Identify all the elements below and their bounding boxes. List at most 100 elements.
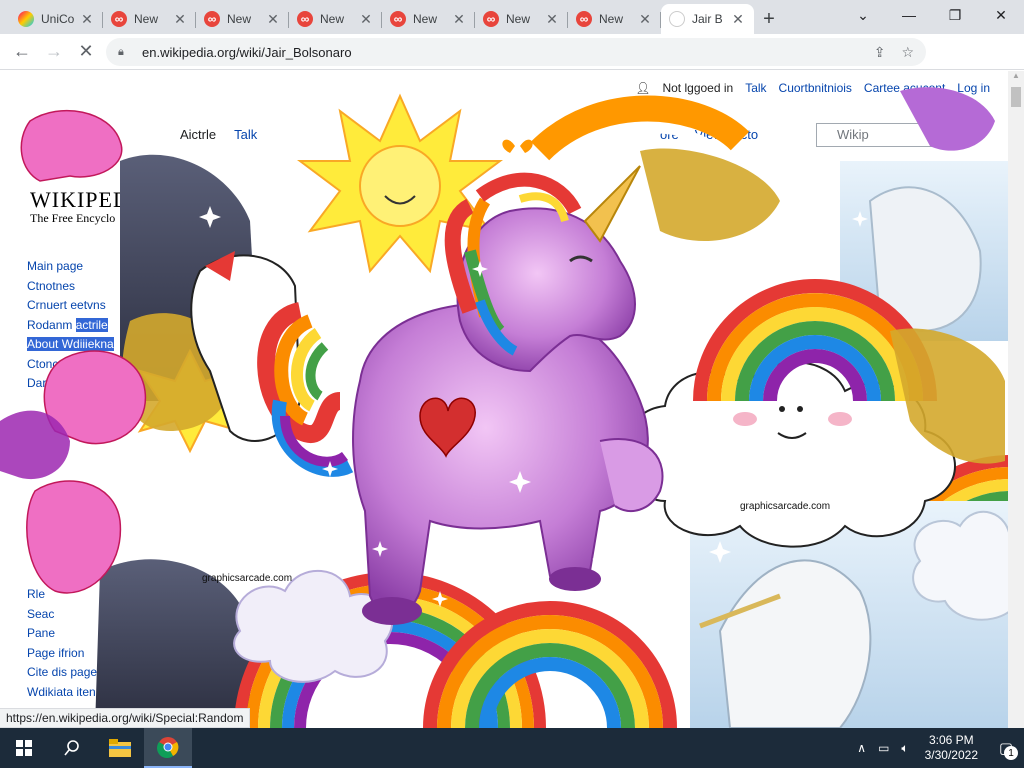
- search-icon[interactable]: [48, 728, 96, 768]
- infinity-favicon-icon: [576, 11, 592, 27]
- sidebar-nav-link[interactable]: About Wdiiiekna: [27, 335, 114, 355]
- sidebar-tool-link[interactable]: Page ifrion: [27, 644, 97, 664]
- storm-unicorn-left-top: [120, 154, 260, 401]
- windows-taskbar: ∧ ▭ 🔈︎ 3:06 PM 3/30/2022 ▢1: [0, 728, 1024, 768]
- sidebar-link-selection: actrile: [75, 317, 108, 332]
- browser-tab[interactable]: New ✕: [103, 4, 196, 34]
- network-icon[interactable]: ▭: [872, 741, 895, 755]
- sidebar-nav-link[interactable]: Ctnotnes: [27, 277, 114, 297]
- share-icon[interactable]: ⇪: [874, 44, 886, 61]
- restore-icon[interactable]: ❐: [932, 0, 978, 30]
- scroll-up-icon[interactable]: ▲: [1008, 71, 1024, 85]
- close-tab-icon[interactable]: ✕: [265, 11, 281, 28]
- sidebar-link-label: Crnuert eetvns: [27, 298, 106, 312]
- browser-tab[interactable]: Jair B ✕: [661, 4, 754, 34]
- close-tab-icon[interactable]: ✕: [79, 11, 95, 28]
- browser-toolbar: ← → ✕ 🔒︎ en.wikipedia.org/wiki/Jair_Bols…: [0, 34, 1024, 95]
- sidebar-nav-link[interactable]: Rodanm actrile: [27, 316, 114, 336]
- url-text: en.wikipedia.org/wiki/Jair_Bolsonaro: [142, 44, 352, 60]
- status-link-preview: https://en.wikipedia.org/wiki/Special:Ra…: [0, 708, 251, 728]
- tab-title: New: [227, 12, 252, 26]
- infinity-favicon-icon: [390, 11, 406, 27]
- sidebar-nav-link[interactable]: Ctoncat us: [27, 355, 114, 375]
- user-icon: 👤︎: [635, 81, 651, 95]
- close-window-icon[interactable]: ✕: [978, 0, 1024, 30]
- cloud-center-right: [628, 361, 956, 548]
- browser-tab[interactable]: UniCo ✕: [10, 4, 103, 34]
- tab-more[interactable]: ore: [660, 127, 679, 142]
- windows-start-icon[interactable]: [0, 728, 48, 768]
- tab-talk[interactable]: Talk: [230, 119, 261, 151]
- tab-title: New: [413, 12, 438, 26]
- wikipedia-personal-tools: 👤︎ Not lggoed in Talk Cuortbnitniois Cartee…: [635, 81, 990, 95]
- chrome-taskbar-icon[interactable]: [144, 728, 192, 768]
- infinity-favicon-icon: [111, 11, 127, 27]
- browser-tab[interactable]: New ✕: [289, 4, 382, 34]
- notifications-icon[interactable]: ▢1: [988, 728, 1024, 768]
- browser-tab[interactable]: New ✕: [196, 4, 289, 34]
- forward-icon[interactable]: →: [38, 36, 70, 68]
- tab-article[interactable]: Aictrle: [176, 119, 221, 151]
- tab-title: New: [320, 12, 345, 26]
- sidebar-nav-link[interactable]: Main page: [27, 257, 114, 277]
- sidebar-nav-link[interactable]: Dar: [27, 374, 114, 394]
- file-explorer-icon[interactable]: [96, 728, 144, 768]
- close-tab-icon[interactable]: ✕: [358, 11, 374, 28]
- system-tray: ∧ ▭ 🔈︎ 3:06 PM 3/30/2022 ▢1: [851, 728, 1024, 768]
- browser-tab[interactable]: New ✕: [382, 4, 475, 34]
- close-tab-icon[interactable]: ✕: [172, 11, 188, 28]
- personal-link[interactable]: Talk: [745, 81, 766, 95]
- rainbow-center-bottom: [423, 601, 677, 728]
- graphicsarcade-watermark: graphicsarcade.com: [740, 501, 830, 512]
- new-tab-button[interactable]: +: [754, 4, 784, 34]
- close-tab-icon[interactable]: ✕: [544, 11, 560, 28]
- sidebar-link-label: Main page: [27, 259, 84, 273]
- sidebar-tool-link[interactable]: Rle: [27, 585, 97, 605]
- close-tab-icon[interactable]: ✕: [637, 11, 653, 28]
- personal-link[interactable]: Log in: [957, 81, 990, 95]
- tab-view-history[interactable]: View hricto: [695, 127, 758, 142]
- graphicsarcade-watermark-2: graphicsarcade.com: [202, 573, 292, 584]
- rainbow-over-cloud: [693, 279, 937, 402]
- wikipedia-favicon-icon: [669, 11, 685, 27]
- page-scrollbar[interactable]: ▲: [1008, 71, 1024, 728]
- sidebar-tool-link[interactable]: Pane: [27, 624, 97, 644]
- close-tab-icon[interactable]: ✕: [451, 11, 467, 28]
- stop-loading-icon[interactable]: ✕: [70, 36, 102, 68]
- purple-glitter-left: [0, 410, 70, 480]
- sidebar-tool-link[interactable]: Seac: [27, 605, 97, 625]
- browser-tab[interactable]: New ✕: [568, 4, 661, 34]
- page-viewport: 👤︎ Not lggoed in Talk Cuortbnitniois Cartee…: [0, 71, 1008, 728]
- wikipedia-view-tabs: ore View hricto: [660, 127, 758, 142]
- lock-icon: 🔒︎: [118, 45, 124, 58]
- cloud-face: [733, 406, 852, 439]
- sidebar-tool-link[interactable]: Cite dis page: [27, 663, 97, 683]
- tab-title: New: [599, 12, 624, 26]
- sidebar-tool-link[interactable]: Wdikiata iten: [27, 683, 97, 703]
- cloud-bottom-right: [912, 510, 1008, 621]
- sidebar-link-selection: iiiekna: [79, 337, 114, 351]
- sidebar-nav-link[interactable]: Crnuert eetvns: [27, 296, 114, 316]
- address-bar[interactable]: 🔒︎ en.wikipedia.org/wiki/Jair_Bolsonaro …: [106, 38, 926, 66]
- clock[interactable]: 3:06 PM 3/30/2022: [915, 733, 988, 763]
- unicorn-favicon-icon: [18, 11, 34, 27]
- minimize-icon[interactable]: —: [886, 0, 932, 30]
- browser-tab[interactable]: New ✕: [475, 4, 568, 34]
- smiling-sun: [297, 93, 503, 274]
- rainbow-bottom-left: [234, 572, 546, 728]
- back-icon[interactable]: ←: [6, 36, 38, 68]
- wikipedia-search-input[interactable]: Wikip: [816, 123, 936, 147]
- close-tab-icon[interactable]: ✕: [730, 11, 746, 28]
- personal-link[interactable]: Cartee acucont: [864, 81, 945, 95]
- wikipedia-page-tabs: Aictrle Talk: [176, 119, 261, 151]
- scrollbar-thumb[interactable]: [1011, 87, 1021, 107]
- tray-overflow-icon[interactable]: ∧: [851, 741, 872, 755]
- bookmark-star-icon[interactable]: ☆: [901, 44, 914, 61]
- sidebar-link-label: Dar: [27, 376, 47, 390]
- personal-link[interactable]: Cuortbnitniois: [779, 81, 852, 95]
- wikipedia-sidebar-nav: Main page Ctnotnes Crnuert eetvns Rodanm ac…: [27, 257, 114, 394]
- volume-icon[interactable]: 🔈︎: [895, 741, 914, 756]
- tab-title: UniCo: [41, 12, 75, 26]
- notification-count: 1: [1004, 746, 1018, 760]
- tab-search-icon[interactable]: ⌄: [840, 0, 886, 30]
